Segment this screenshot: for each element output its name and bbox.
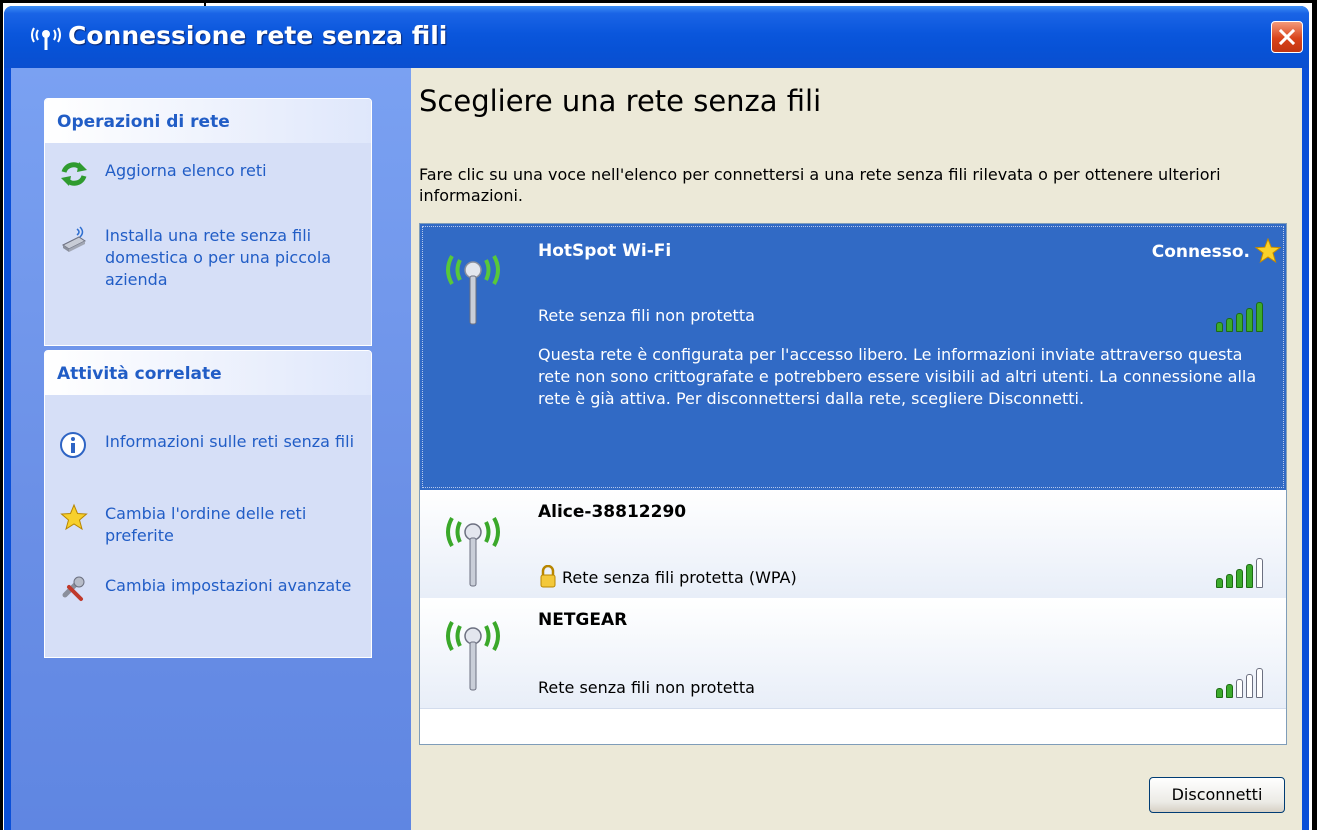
window-title: Connessione rete senza fili bbox=[68, 21, 448, 50]
title-bar[interactable]: Connessione rete senza fili bbox=[4, 6, 1309, 68]
connection-status: Connesso. bbox=[1151, 242, 1250, 262]
network-item-alice[interactable]: Alice-38812290 Rete senza fili protetta … bbox=[420, 490, 1286, 599]
signal-bar bbox=[1216, 322, 1223, 332]
wireless-connection-window: Connessione rete senza fili Operazioni d… bbox=[4, 6, 1309, 830]
signal-strength-icon bbox=[1216, 666, 1272, 698]
network-item-hotspot-wifi[interactable]: HotSpot Wi-Fi Connesso. Rete senza fili … bbox=[420, 224, 1286, 490]
screenshot-frame-right bbox=[1312, 0, 1317, 830]
signal-bar bbox=[1256, 668, 1263, 698]
network-tasks-header: Operazioni di rete bbox=[45, 99, 371, 143]
settings-tools-icon bbox=[62, 576, 85, 601]
network-name: NETGEAR bbox=[538, 610, 628, 630]
lock-icon bbox=[540, 565, 556, 588]
disconnect-button[interactable]: Disconnetti bbox=[1149, 777, 1285, 813]
signal-bar bbox=[1226, 318, 1233, 332]
close-icon bbox=[1279, 29, 1295, 45]
task-label: Installa una rete senza fili domestica o… bbox=[105, 226, 332, 289]
instruction-text: Fare clic su una voce nell'elenco per co… bbox=[419, 165, 1221, 205]
wireless-antenna-icon bbox=[446, 621, 500, 691]
main-pane: Scegliere una rete senza fili Fare clic … bbox=[411, 68, 1302, 830]
signal-bar bbox=[1216, 688, 1223, 698]
signal-bar bbox=[1246, 308, 1253, 332]
connected-star-icon bbox=[1255, 238, 1281, 264]
window-client-area: Operazioni di rete Aggiorna elenco reti bbox=[11, 68, 1302, 830]
close-button[interactable] bbox=[1271, 21, 1303, 53]
task-label: Cambia l'ordine delle reti preferite bbox=[105, 504, 307, 545]
wireless-antenna-icon bbox=[446, 255, 500, 325]
signal-bar bbox=[1216, 578, 1223, 588]
screenshot-frame-left bbox=[0, 0, 3, 830]
wireless-antenna-icon bbox=[446, 517, 500, 587]
signal-strength-icon bbox=[1216, 300, 1272, 332]
related-tasks-box: Attività correlate Informazioni sulle re… bbox=[44, 350, 372, 658]
signal-bar bbox=[1246, 674, 1253, 698]
task-label: Informazioni sulle reti senza fili bbox=[105, 432, 355, 451]
network-list[interactable]: HotSpot Wi-Fi Connesso. Rete senza fili … bbox=[419, 223, 1287, 745]
task-pane: Operazioni di rete Aggiorna elenco reti bbox=[11, 68, 411, 830]
signal-bar bbox=[1256, 558, 1263, 588]
signal-bar bbox=[1236, 569, 1243, 588]
network-name: Alice-38812290 bbox=[538, 502, 687, 522]
network-security: Rete senza fili non protetta bbox=[538, 306, 755, 325]
signal-bar bbox=[1256, 302, 1263, 332]
network-item-netgear[interactable]: NETGEAR Rete senza fili non protetta bbox=[420, 598, 1286, 709]
screenshot-frame-top bbox=[0, 0, 1317, 3]
signal-bar bbox=[1236, 313, 1243, 332]
network-security: Rete senza fili non protetta bbox=[538, 678, 755, 697]
network-description: Questa rete è configurata per l'accesso … bbox=[538, 345, 1257, 408]
star-icon bbox=[60, 503, 88, 531]
wireless-network-icon bbox=[31, 27, 61, 50]
signal-bar bbox=[1226, 684, 1233, 698]
signal-bar bbox=[1226, 574, 1233, 588]
wireless-setup-icon bbox=[62, 226, 86, 252]
task-label: Aggiorna elenco reti bbox=[105, 161, 267, 180]
task-label: Cambia impostazioni avanzate bbox=[105, 576, 352, 595]
network-name: HotSpot Wi-Fi bbox=[538, 241, 672, 261]
signal-strength-icon bbox=[1216, 556, 1272, 588]
page-title: Scegliere una rete senza fili bbox=[419, 84, 822, 118]
related-tasks-header: Attività correlate bbox=[45, 351, 371, 395]
related-tasks-title: Attività correlate bbox=[57, 364, 222, 384]
refresh-icon bbox=[61, 162, 87, 186]
network-tasks-box: Operazioni di rete Aggiorna elenco reti bbox=[44, 98, 372, 346]
signal-bar bbox=[1236, 679, 1243, 698]
network-security: Rete senza fili protetta (WPA) bbox=[562, 568, 797, 587]
signal-bar bbox=[1246, 564, 1253, 588]
info-icon bbox=[60, 432, 86, 458]
network-tasks-title: Operazioni di rete bbox=[57, 112, 230, 132]
